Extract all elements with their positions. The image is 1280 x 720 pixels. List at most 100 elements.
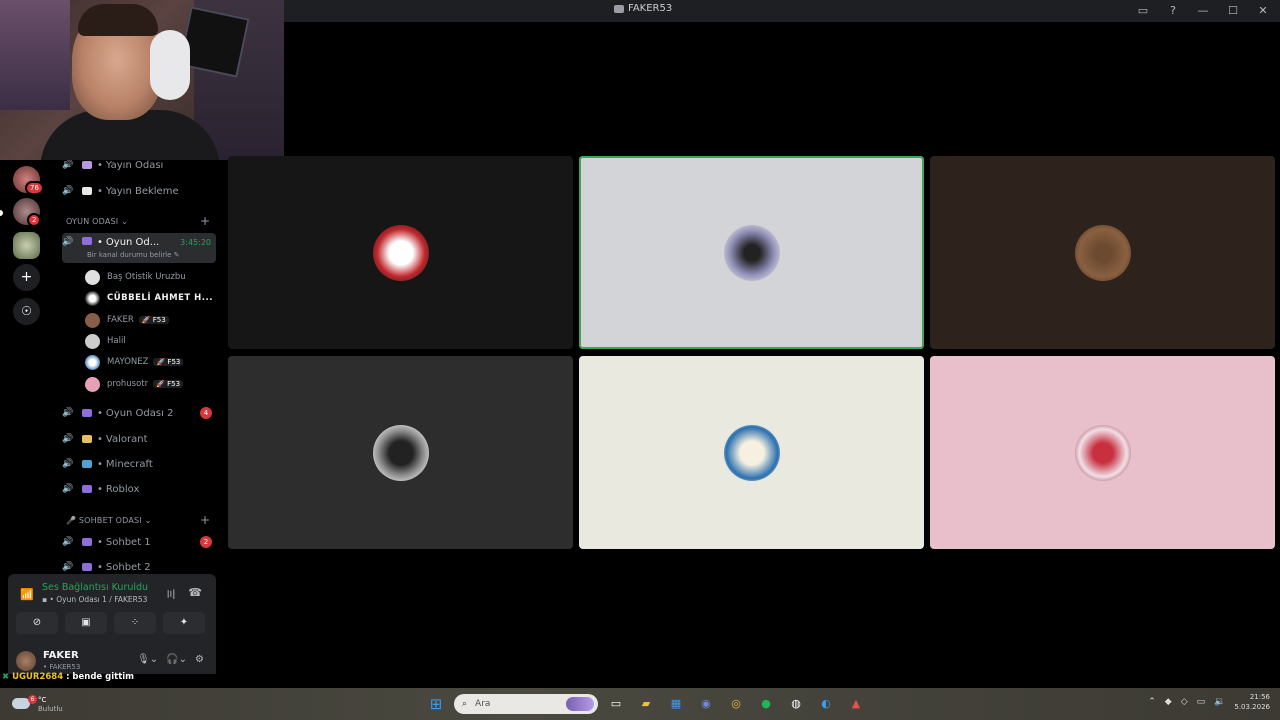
minecraft-icon (82, 460, 92, 468)
chat-icon (82, 538, 92, 546)
spotify-icon[interactable]: ● (754, 692, 778, 716)
soundboard-button[interactable]: ✦ (163, 612, 205, 634)
screen-share-button[interactable]: ▣ (65, 612, 107, 634)
voice-member[interactable]: prohusotr 🚀 F53 (85, 375, 184, 393)
inbox-icon[interactable]: ▭ (1134, 2, 1152, 20)
add-channel-icon[interactable]: + (200, 513, 210, 527)
mayonnaise-avatar (723, 424, 780, 481)
noise-suppression-icon[interactable]: 〣 (165, 586, 176, 602)
discover-icon[interactable]: ☉ (13, 298, 40, 325)
channel-oyun-odasi-2[interactable]: 🔊 • Oyun Odası 2 4 (62, 402, 216, 424)
maximize-icon[interactable]: ☐ (1224, 2, 1242, 20)
channel-roblox[interactable]: 🔊 • Roblox (62, 478, 216, 500)
participant-tile[interactable] (930, 156, 1275, 349)
camera-off-button[interactable]: ⊘ (16, 612, 58, 634)
voice-member[interactable]: Baş Otistik Uruzbu (85, 268, 186, 286)
voice-member[interactable]: MAYONEZ 🚀 F53 (85, 353, 184, 371)
title-bar: FAKER53 ▭ ? — ☐ ✕ (284, 0, 1280, 22)
channel-oyun-odasi-active[interactable]: 🔊 • Oyun Od... 3:45:20 Bir kanal durumu … (62, 233, 216, 263)
task-view-icon[interactable]: ▭ (604, 692, 628, 716)
speaker-icon: 🔊 (62, 160, 74, 170)
unread-pill (0, 210, 3, 216)
voice-connection-panel: 📶 Ses Bağlantısı Kuruldu ▪ • Oyun Odası … (8, 574, 216, 674)
avatar[interactable] (16, 651, 36, 671)
chrome-icon[interactable]: ◎ (724, 692, 748, 716)
activities-button[interactable]: ⁘ (114, 612, 156, 634)
add-channel-icon[interactable]: + (200, 214, 210, 228)
channel-sohbet-2[interactable]: 🔊 • Sohbet 2 (62, 556, 216, 574)
channel-icon (82, 187, 92, 195)
volume-icon[interactable]: 🔉 (1214, 697, 1225, 707)
call-timer: 3:45:20 (180, 238, 211, 247)
speaker-icon: 🔊 (62, 459, 74, 469)
server-icon (614, 4, 624, 13)
speaker-icon: 🔊 (62, 408, 74, 418)
discord-icon[interactable]: ◉ (694, 692, 718, 716)
participant-tile[interactable] (228, 356, 573, 549)
channel-minecraft[interactable]: 🔊 • Minecraft (62, 453, 216, 475)
participant-tile[interactable] (228, 156, 573, 349)
person-avatar (1074, 224, 1131, 281)
file-explorer-icon[interactable]: ▰ (634, 692, 658, 716)
speaker-icon: 🔊 (62, 237, 74, 247)
avatar (85, 269, 100, 285)
channel-sidebar: 🔊 • Yayın Odası 🔊 • Yayın Bekleme OYUN O… (54, 160, 222, 574)
edge-icon[interactable]: ◐ (814, 692, 838, 716)
server-tag: 🚀 F53 (138, 316, 169, 324)
speaker-icon: 🔊 (62, 562, 74, 572)
close-icon[interactable]: ✕ (1254, 2, 1272, 20)
window-controls: ▭ ? — ☐ ✕ (1134, 2, 1272, 20)
category-oyun-odasi[interactable]: OYUN ODASI ⌄ (66, 217, 128, 226)
roblox-icon (82, 485, 92, 493)
settings-gear-icon[interactable]: ⚙ (195, 654, 204, 665)
store-icon[interactable]: ▦ (664, 692, 688, 716)
gamepad-icon (82, 237, 92, 245)
network-icon[interactable]: ▭ (1197, 697, 1206, 707)
server-badge: 76 (25, 181, 44, 195)
anime-avatar (372, 224, 429, 281)
add-server-icon[interactable]: + (13, 264, 40, 291)
voice-location: ▪ • Oyun Odası 1 / FAKER53 (42, 595, 148, 604)
voice-member[interactable]: CÜBBELİ AHMET H... (85, 289, 213, 307)
disconnect-icon[interactable]: ☎ (188, 586, 202, 602)
channel-valorant[interactable]: 🔊 • Valorant (62, 428, 216, 450)
obs-icon[interactable]: ◍ (784, 692, 808, 716)
category-sohbet-odasi[interactable]: 🎤 SOHBET ODASI ⌄ (66, 516, 152, 525)
minimize-icon[interactable]: — (1194, 2, 1212, 20)
signal-icon[interactable]: 📶 (16, 584, 38, 606)
channel-icon (82, 161, 92, 169)
participant-tile[interactable] (579, 356, 924, 549)
adobe-icon[interactable]: ▲ (844, 692, 868, 716)
speaker-icon: 🔊 (62, 484, 74, 494)
taskbar-search[interactable]: ⌕ Ara (454, 694, 598, 714)
microphone-icon[interactable]: 🎙⌄ (137, 654, 158, 665)
server-icon-3[interactable] (13, 232, 40, 259)
participant-tile[interactable] (930, 356, 1275, 549)
participant-tile[interactable] (579, 156, 924, 349)
tray-chevron-icon[interactable]: ⌃ (1148, 697, 1156, 707)
channel-yayin-bekleme[interactable]: 🔊 • Yayın Bekleme (62, 180, 216, 202)
avatar (85, 290, 100, 306)
suit-avatar (372, 424, 429, 481)
headphones-icon[interactable]: 🎧⌄ (166, 654, 187, 665)
channel-sohbet-1[interactable]: 🔊 • Sohbet 1 2 (62, 531, 216, 553)
server-badge: 2 (27, 213, 42, 227)
window-title: FAKER53 (614, 3, 672, 14)
voice-member[interactable]: Halil (85, 332, 126, 350)
tray-app-icon[interactable]: ◆ (1165, 697, 1172, 707)
voice-status: Ses Bağlantısı Kuruldu (42, 582, 149, 593)
tray-app-icon[interactable]: ◇ (1181, 697, 1188, 707)
channel-yayin-odasi[interactable]: 🔊 • Yayın Odası (62, 160, 216, 176)
gamepad-icon (82, 409, 92, 417)
system-tray: ⌃ ◆ ◇ ▭ 🔉 21:56 5.03.2026 (1148, 692, 1270, 712)
windows-start-icon[interactable]: ⊞ (424, 692, 448, 716)
user-status: • FAKER53 (43, 663, 81, 671)
channel-status-hint[interactable]: Bir kanal durumu belirle ✎ (87, 251, 180, 259)
user-panel: FAKER • FAKER53 🎙⌄ 🎧⌄ ⚙ (16, 648, 216, 674)
weather-badge: 6 (28, 695, 37, 704)
help-icon[interactable]: ? (1164, 2, 1182, 20)
weather-widget[interactable]: 6 °C Bulutlu (8, 693, 68, 715)
clock[interactable]: 21:56 5.03.2026 (1234, 692, 1270, 712)
speaker-icon: 🔊 (62, 434, 74, 444)
voice-member[interactable]: FAKER 🚀 F53 (85, 311, 169, 329)
